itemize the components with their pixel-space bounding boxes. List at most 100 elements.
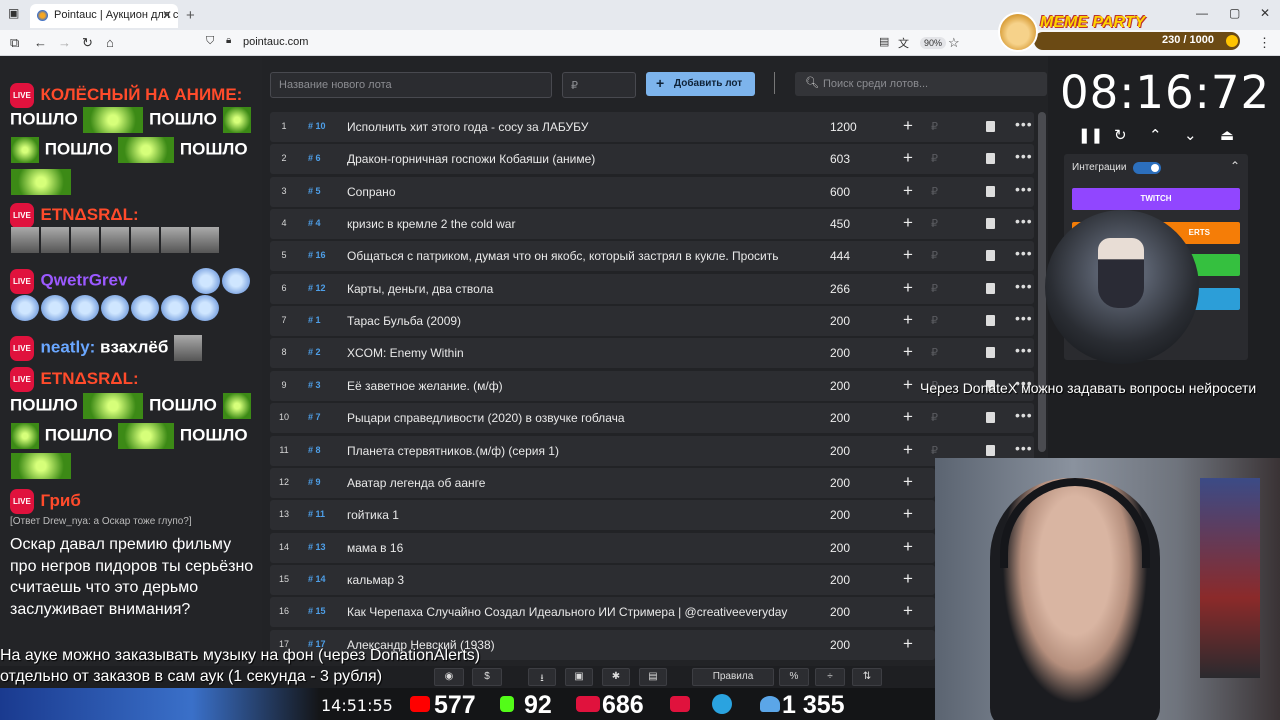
more-options-icon[interactable]: •••	[1015, 310, 1033, 326]
subtract-time-icon[interactable]: ⌄	[1184, 126, 1197, 144]
more-options-icon[interactable]: •••	[1015, 245, 1033, 261]
trash-icon[interactable]	[986, 282, 995, 294]
add-amount-icon[interactable]: +	[903, 440, 913, 460]
lot-name[interactable]: Как Черепаха Случайно Создал Идеального …	[347, 605, 809, 619]
ruble-input[interactable]: ₽	[931, 217, 938, 230]
lot-amount[interactable]: 450	[830, 217, 850, 231]
lot-amount[interactable]: 1200	[830, 120, 857, 134]
lot-name[interactable]: Исполнить хит этого года - сосу за ЛАБУБ…	[347, 120, 809, 134]
add-amount-icon[interactable]: +	[903, 116, 913, 136]
reset-icon[interactable]: ↻	[1114, 126, 1127, 144]
ruble-input[interactable]: ₽	[931, 282, 938, 295]
lot-amount[interactable]: 200	[830, 605, 850, 619]
bookmark-star-icon[interactable]: ☆	[948, 35, 960, 51]
table-row[interactable]: 14 # 13 мама в 16 200 +	[270, 532, 935, 563]
table-row[interactable]: 11 # 8 Планета стервятников.(м/ф) (серия 1…	[270, 435, 1034, 466]
table-row[interactable]: 1 # 10 Исполнить хит этого года - сосу за …	[270, 112, 1034, 142]
trash-icon[interactable]	[986, 121, 995, 132]
ruble-input[interactable]: ₽	[931, 444, 938, 457]
more-options-icon[interactable]: •••	[1015, 148, 1033, 164]
lot-amount[interactable]: 200	[830, 541, 850, 555]
table-row[interactable]: 15 # 14 кальмар 3 200 +	[270, 564, 935, 595]
download-icon[interactable]: ⭳	[528, 668, 556, 686]
address-bar[interactable]: pointauc.com	[243, 36, 308, 48]
table-row[interactable]: 3 # 5 Сопрано 600 + ₽ •••	[270, 176, 1034, 207]
add-amount-icon[interactable]: +	[903, 342, 913, 362]
lot-amount[interactable]: 600	[830, 185, 850, 199]
translate-icon[interactable]: 文	[898, 35, 909, 51]
add-time-icon[interactable]: ⌃	[1149, 126, 1162, 144]
lot-search-input[interactable]: 🔍︎ Поиск среди лотов...	[795, 72, 1047, 96]
eject-icon[interactable]: ⏏	[1220, 126, 1234, 144]
sort-icon[interactable]: ⇅	[852, 668, 882, 686]
sidebar-toggle-icon[interactable]: ⧉	[10, 35, 19, 51]
table-row[interactable]: 5 # 16 Общаться с патриком, думая что он я…	[270, 241, 1034, 272]
save-icon[interactable]: ▣	[565, 668, 593, 686]
lot-name[interactable]: Аватар легенда об аанге	[347, 476, 809, 490]
lot-name[interactable]: Общаться с патриком, думая что он якобс,…	[347, 249, 809, 263]
table-row[interactable]: 7 # 1 Тарас Бульба (2009) 200 + ₽ •••	[270, 306, 1034, 337]
table-row[interactable]: 8 # 2 XCOM: Enemy Within 200 + ₽ •••	[270, 338, 1034, 369]
ruble-input[interactable]: ₽	[931, 185, 938, 198]
lot-amount[interactable]: 200	[830, 638, 850, 652]
trash-icon[interactable]	[986, 250, 995, 262]
pause-icon[interactable]: ❚❚	[1078, 126, 1103, 144]
add-amount-icon[interactable]: +	[903, 569, 913, 589]
lot-name[interactable]: Планета стервятников.(м/ф) (серия 1)	[347, 444, 809, 458]
lot-amount[interactable]: 266	[830, 282, 850, 296]
add-amount-icon[interactable]: +	[903, 375, 913, 395]
trash-icon[interactable]	[986, 315, 995, 327]
lot-amount[interactable]: 200	[830, 379, 850, 393]
trash-icon[interactable]	[986, 347, 995, 359]
tab-overview-icon[interactable]: ▣	[8, 6, 19, 20]
delete-all-icon[interactable]: ▤	[639, 668, 667, 686]
new-tab-button[interactable]: +	[186, 7, 195, 24]
more-options-icon[interactable]: •••	[1015, 440, 1033, 456]
lot-name[interactable]: кризис в кремле 2 the cold war	[347, 217, 809, 231]
ruble-input[interactable]: ₽	[931, 249, 938, 262]
add-amount-icon[interactable]: +	[903, 245, 913, 265]
twitch-button[interactable]: TWITCH	[1072, 188, 1240, 210]
table-row[interactable]: 12 # 9 Аватар легенда об аанге 200 +	[270, 467, 935, 498]
lot-amount[interactable]: 200	[830, 346, 850, 360]
add-amount-icon[interactable]: +	[903, 148, 913, 168]
trash-icon[interactable]	[986, 185, 995, 197]
more-options-icon[interactable]: •••	[1015, 342, 1033, 358]
trash-icon[interactable]	[986, 412, 995, 424]
table-row[interactable]: 16 # 15 Как Черепаха Случайно Создал Идеал…	[270, 597, 935, 628]
lot-amount[interactable]: 200	[830, 573, 850, 587]
add-amount-icon[interactable]: +	[903, 601, 913, 621]
add-amount-icon[interactable]: +	[903, 472, 913, 492]
lot-name[interactable]: Рыцари справедливости (2020) в озвучке г…	[347, 411, 809, 425]
more-options-icon[interactable]: •••	[1015, 213, 1033, 229]
lot-name[interactable]: кальмар 3	[347, 573, 809, 587]
trash-icon[interactable]	[986, 218, 995, 230]
back-icon[interactable]: ←	[34, 35, 47, 50]
lot-amount[interactable]: 200	[830, 444, 850, 458]
more-options-icon[interactable]: •••	[1015, 181, 1033, 197]
lot-name[interactable]: мама в 16	[347, 541, 809, 555]
reader-mode-icon[interactable]: ▤	[879, 35, 889, 48]
trash-icon[interactable]	[986, 444, 995, 456]
ruble-input[interactable]: ₽	[931, 346, 938, 359]
split-icon[interactable]: ÷	[815, 668, 845, 686]
browser-tab[interactable]: Pointauc | Аукцион для стримеров ✕	[30, 4, 178, 28]
add-amount-icon[interactable]: +	[903, 537, 913, 557]
add-amount-icon[interactable]: +	[903, 181, 913, 201]
percent-button[interactable]: %	[779, 668, 809, 686]
home-icon[interactable]: ⌂	[106, 35, 114, 50]
close-window-button[interactable]: ✕	[1260, 6, 1270, 20]
bug-icon[interactable]: ✱	[602, 668, 630, 686]
add-lot-button[interactable]: + Добавить лот	[646, 72, 755, 96]
add-amount-icon[interactable]: +	[903, 504, 913, 524]
ruble-input[interactable]: ₽	[931, 314, 938, 327]
lot-name[interactable]: Дракон-горничная госпожи Кобаяши (аниме)	[347, 152, 809, 166]
integrations-toggle[interactable]	[1133, 162, 1161, 174]
reload-icon[interactable]: ↻	[82, 35, 93, 51]
more-options-icon[interactable]: •••	[1015, 116, 1033, 132]
lot-amount[interactable]: 200	[830, 508, 850, 522]
lot-amount[interactable]: 200	[830, 314, 850, 328]
add-amount-icon[interactable]: +	[903, 213, 913, 233]
add-amount-icon[interactable]: +	[903, 310, 913, 330]
ruble-input[interactable]: ₽	[931, 152, 938, 165]
